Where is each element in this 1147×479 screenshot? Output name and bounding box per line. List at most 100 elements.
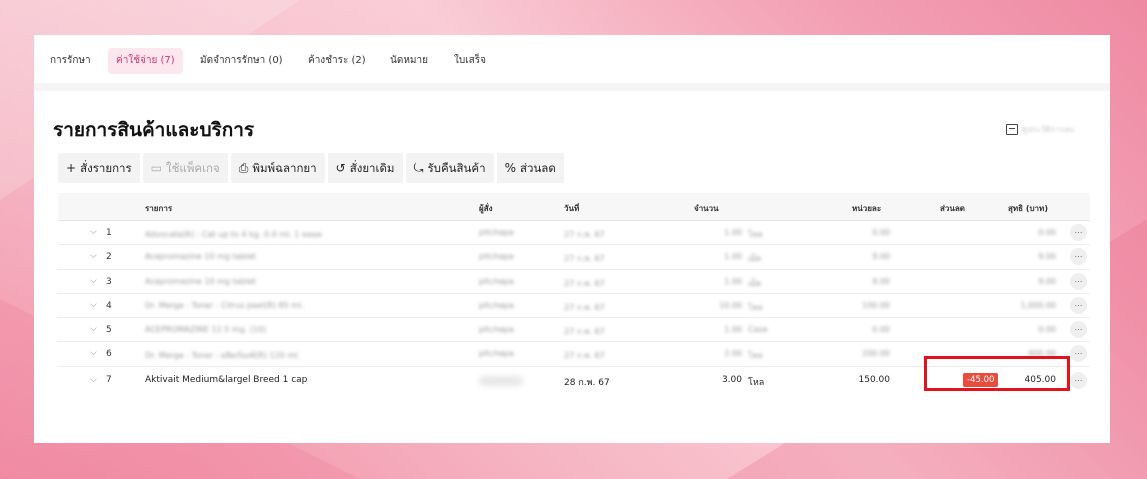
- delete-history-button[interactable]: ดูประวัติการลบ: [1006, 122, 1074, 136]
- row-unit-price: 100.00: [862, 300, 890, 310]
- row-orderer: pitchapa: [479, 228, 514, 237]
- table-row[interactable]: ⌵ 3 Acepromazine 10 mg tablet pitchapa 2…: [58, 270, 1090, 294]
- section-divider: [34, 83, 1110, 91]
- tab-outstanding[interactable]: ค้างชำระ (2): [300, 48, 374, 74]
- order-button[interactable]: + สั่งรายการ: [58, 153, 140, 183]
- row-item: ACEPROMAZINE 12.5 mg. (10): [145, 325, 267, 335]
- row-unit-price: 150.00: [858, 374, 891, 385]
- row-number: 6: [106, 349, 112, 360]
- ellipsis-icon[interactable]: …: [1070, 345, 1087, 363]
- row-unit-price: 0.00: [872, 228, 890, 237]
- header-date: วันที่: [564, 204, 580, 213]
- row-item: Aktivait Medium&largel Breed 1 cap: [145, 374, 308, 385]
- row-date: 27 ก.พ. 67: [564, 302, 605, 312]
- return-icon: ⤿: [413, 161, 424, 175]
- discount-label: ส่วนลด: [519, 161, 556, 175]
- row-orderer: pitchapa: [479, 300, 514, 310]
- chevron-down-icon[interactable]: ⌵: [90, 276, 97, 286]
- tab-bar: การรักษา ค่าใช้จ่าย (7) มัดจำการรักษา (0…: [34, 35, 1110, 84]
- return-goods-button[interactable]: ⤿ รับคืนสินค้า: [405, 153, 494, 183]
- row-number: 5: [106, 325, 112, 336]
- delete-history-label: ดูประวัติการลบ: [1022, 124, 1075, 134]
- order-label: สั่งรายการ: [80, 161, 132, 175]
- toolbar: + สั่งรายการ ▭ ใช้แพ็คเกจ ⎙ พิมพ์ฉลากยา …: [58, 153, 564, 183]
- plus-icon: +: [66, 161, 77, 175]
- header-qty: จำนวน: [694, 204, 719, 213]
- row-date: 27 ก.พ. 67: [564, 254, 605, 264]
- row-qty: 1.00: [724, 276, 742, 286]
- chevron-down-icon[interactable]: ⌵: [90, 227, 97, 237]
- ellipsis-icon[interactable]: …: [1070, 272, 1087, 290]
- tab-treatment[interactable]: การรักษา: [42, 48, 99, 74]
- chevron-down-icon[interactable]: ⌵: [90, 375, 97, 385]
- row-number: 2: [106, 252, 112, 263]
- chevron-down-icon[interactable]: ⌵: [90, 348, 97, 358]
- use-package-label: ใช้แพ็คเกจ: [166, 161, 220, 175]
- chevron-down-icon[interactable]: ⌵: [90, 300, 97, 310]
- row-orderer: pitchapa: [479, 252, 514, 262]
- row-qty: 2.00: [724, 349, 742, 359]
- row-unit-price: 9.00: [872, 276, 890, 286]
- row-qty: 3.00: [721, 374, 742, 385]
- row-net: 0.00: [1038, 325, 1056, 335]
- header-net: สุทธิ (บาท): [1008, 204, 1048, 213]
- page-title: รายการสินค้าและบริการ: [53, 119, 255, 141]
- row-unit-price: 200.00: [862, 349, 890, 359]
- reorder-label: สั่งยาเดิม: [349, 161, 395, 175]
- calendar-icon: ▭: [150, 161, 163, 175]
- ellipsis-icon[interactable]: …: [1070, 224, 1087, 241]
- ellipsis-icon[interactable]: …: [1070, 321, 1087, 339]
- row-date: 27 ก.พ. 67: [564, 278, 605, 288]
- row-unit: โหล: [748, 230, 763, 239]
- ellipsis-icon[interactable]: …: [1070, 296, 1087, 314]
- tab-receipts[interactable]: ใบเสร็จ: [446, 48, 494, 74]
- row-number: 1: [106, 228, 112, 238]
- row-date: 27 ก.พ. 67: [564, 351, 605, 361]
- row-date: 27 ก.พ. 67: [564, 230, 605, 239]
- row-item: Acepromazine 10 mg tablet: [145, 276, 256, 286]
- row-number: 3: [106, 276, 112, 287]
- table-row[interactable]: ⌵ 2 Acepromazine 10 mg tablet pitchapa 2…: [58, 245, 1090, 270]
- row-orderer: pitchapa: [479, 325, 514, 335]
- row-item: Dr. Merge : Toner : Citrus peel(R) 85 ml…: [145, 300, 304, 310]
- row-unit: Case: [748, 325, 768, 335]
- archive-icon: [1006, 123, 1018, 135]
- row-unit-price: 0.00: [872, 325, 890, 335]
- return-goods-label: รับคืนสินค้า: [427, 161, 486, 175]
- highlight-box: [924, 356, 1070, 391]
- table-row[interactable]: ⌵ 4 Dr. Merge : Toner : Citrus peel(R) 8…: [58, 294, 1090, 319]
- table-header: รายการ ผู้สั่ง วันที่ จำนวน หน่วยละ ส่วน…: [58, 193, 1090, 221]
- row-qty: 1.00: [724, 325, 742, 335]
- printer-icon: ⎙: [238, 161, 249, 175]
- row-unit-price: 9.00: [872, 252, 890, 262]
- percent-icon: %: [504, 161, 516, 175]
- chevron-down-icon[interactable]: ⌵: [90, 324, 97, 334]
- row-unit: เม็ด: [748, 254, 762, 264]
- row-item: Dr. Merge : Toner : ผลิตภัณฑ์(R) 120 ml.: [145, 351, 300, 361]
- chevron-down-icon[interactable]: ⌵: [90, 251, 97, 261]
- header-discount: ส่วนลด: [940, 204, 965, 213]
- ellipsis-icon[interactable]: …: [1070, 248, 1087, 266]
- row-qty: 1.00: [724, 252, 742, 262]
- tab-appointments[interactable]: นัดหมาย: [382, 48, 436, 74]
- table-row[interactable]: ⌵ 5 ACEPROMAZINE 12.5 mg. (10) pitchapa …: [58, 318, 1090, 343]
- row-orderer: pitchapa: [479, 276, 514, 286]
- print-label-button[interactable]: ⎙ พิมพ์ฉลากยา: [230, 153, 325, 183]
- discount-button[interactable]: % ส่วนลด: [496, 153, 564, 183]
- row-unit: โหล: [748, 377, 765, 388]
- ellipsis-icon[interactable]: …: [1070, 371, 1087, 389]
- use-package-button[interactable]: ▭ ใช้แพ็คเกจ: [142, 153, 228, 183]
- reorder-button[interactable]: ↺ สั่งยาเดิม: [327, 153, 403, 183]
- table-row[interactable]: ⌵ 1 Advocate(R) : Cat up to 4 kg. 0.4 ml…: [58, 221, 1090, 246]
- header-orderer: ผู้สั่ง: [479, 204, 493, 213]
- tab-deposit[interactable]: มัดจำการรักษา (0): [192, 48, 291, 74]
- row-qty: 1.00: [724, 228, 742, 237]
- header-item: รายการ: [145, 204, 173, 213]
- row-date: 28 ก.พ. 67: [564, 377, 610, 388]
- print-label-text: พิมพ์ฉลากยา: [252, 161, 317, 175]
- row-unit: โหล: [748, 302, 763, 312]
- tab-expenses[interactable]: ค่าใช้จ่าย (7): [108, 48, 183, 74]
- row-item: Acepromazine 10 mg tablet: [145, 252, 256, 262]
- row-number: 4: [106, 300, 112, 311]
- row-net: 9.00: [1038, 252, 1056, 262]
